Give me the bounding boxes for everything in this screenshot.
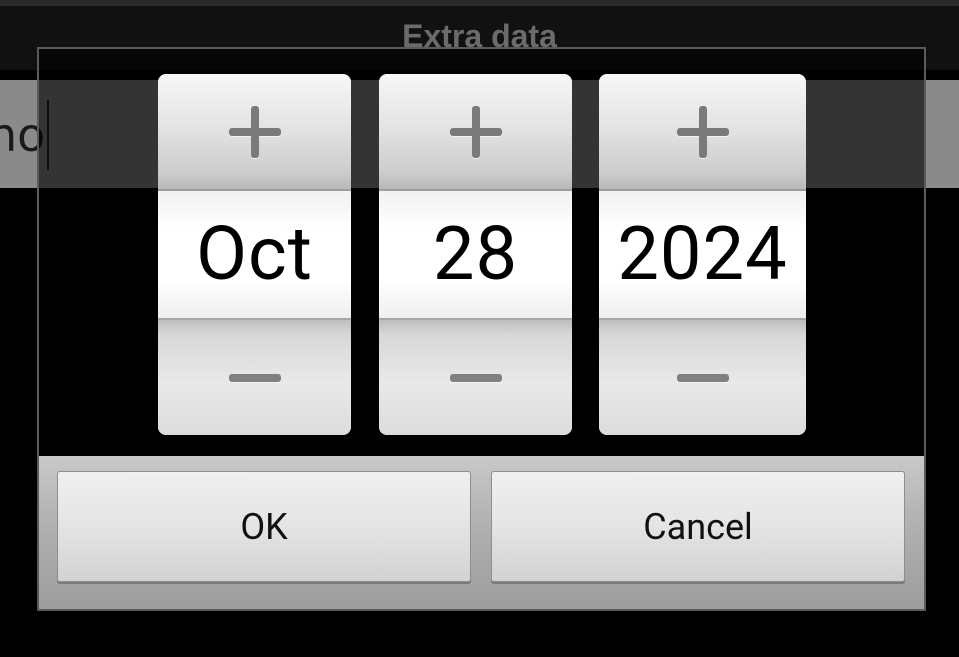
year-value[interactable]: 2024 <box>599 191 806 318</box>
plus-icon <box>676 105 729 158</box>
month-decrement-button[interactable] <box>158 318 351 435</box>
year-picker: 2024 <box>599 74 806 435</box>
plus-icon <box>449 105 502 158</box>
minus-icon <box>449 373 502 382</box>
year-decrement-button[interactable] <box>599 318 806 435</box>
minus-icon <box>228 373 281 382</box>
month-picker: Oct <box>158 74 351 435</box>
day-value[interactable]: 28 <box>379 191 572 318</box>
cancel-button[interactable]: Cancel <box>491 471 905 582</box>
year-increment-button[interactable] <box>599 74 806 191</box>
day-increment-button[interactable] <box>379 74 572 191</box>
month-value[interactable]: Oct <box>158 191 351 318</box>
day-picker: 28 <box>379 74 572 435</box>
ok-button[interactable]: OK <box>57 471 471 582</box>
month-increment-button[interactable] <box>158 74 351 191</box>
minus-icon <box>676 373 729 382</box>
day-decrement-button[interactable] <box>379 318 572 435</box>
plus-icon <box>228 105 281 158</box>
